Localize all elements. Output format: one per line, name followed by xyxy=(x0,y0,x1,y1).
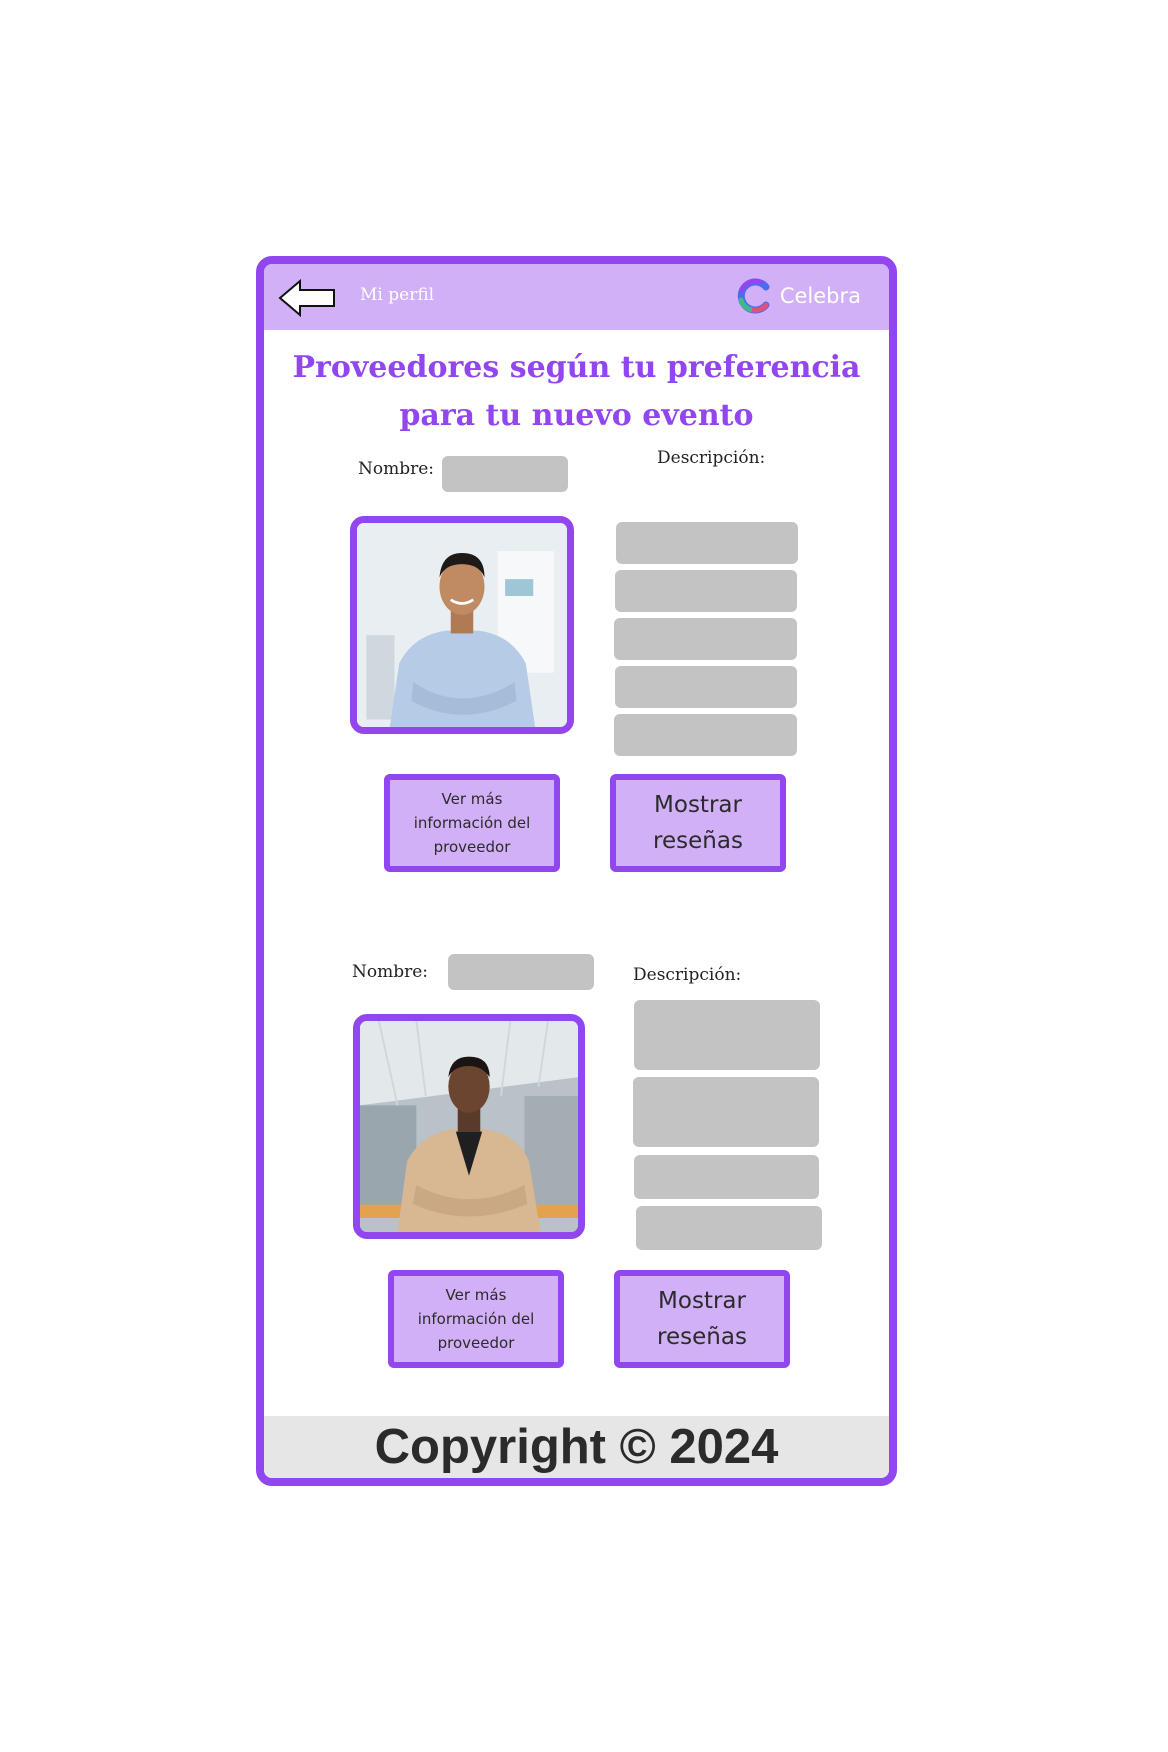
arrow-left-icon xyxy=(278,278,335,318)
person-portrait-icon xyxy=(360,1021,578,1232)
brand-name: Celebra xyxy=(779,284,861,308)
more-info-button[interactable]: Ver más información del proveedor xyxy=(388,1270,564,1368)
description-label: Descripción: xyxy=(633,965,742,985)
description-line xyxy=(634,1000,820,1070)
copyright-text: Copyright © 2024 xyxy=(374,1420,779,1474)
person-portrait-icon xyxy=(357,523,567,727)
show-reviews-button[interactable]: Mostrar reseñas xyxy=(610,774,786,872)
my-profile-link[interactable]: Mi perfil xyxy=(360,285,434,305)
more-info-button[interactable]: Ver más información del proveedor xyxy=(384,774,560,872)
name-label: Nombre: xyxy=(358,459,435,479)
name-field xyxy=(442,456,568,492)
description-line xyxy=(614,618,797,660)
description-line xyxy=(614,714,797,756)
description-line xyxy=(616,522,798,564)
description-line xyxy=(633,1077,819,1147)
back-button[interactable] xyxy=(278,278,338,318)
name-field xyxy=(448,954,594,990)
description-line xyxy=(636,1206,822,1250)
description-label: Descripción: xyxy=(657,448,766,468)
description-line xyxy=(615,570,797,612)
brand: Celebra xyxy=(736,276,861,316)
show-reviews-button[interactable]: Mostrar reseñas xyxy=(614,1270,790,1368)
page-title: Proveedores según tu preferencia para tu… xyxy=(292,350,861,433)
app-frame: Mi perfil Celebra Proveedores según tu p… xyxy=(256,256,897,1486)
provider-photo xyxy=(350,516,574,734)
app-header: Mi perfil Celebra xyxy=(264,264,889,330)
name-label: Nombre: xyxy=(352,962,429,982)
celebra-logo-icon xyxy=(737,278,770,314)
description-line xyxy=(615,666,797,708)
description-line xyxy=(634,1155,819,1199)
provider-photo xyxy=(353,1014,585,1239)
footer: Copyright © 2024 xyxy=(264,1416,889,1478)
